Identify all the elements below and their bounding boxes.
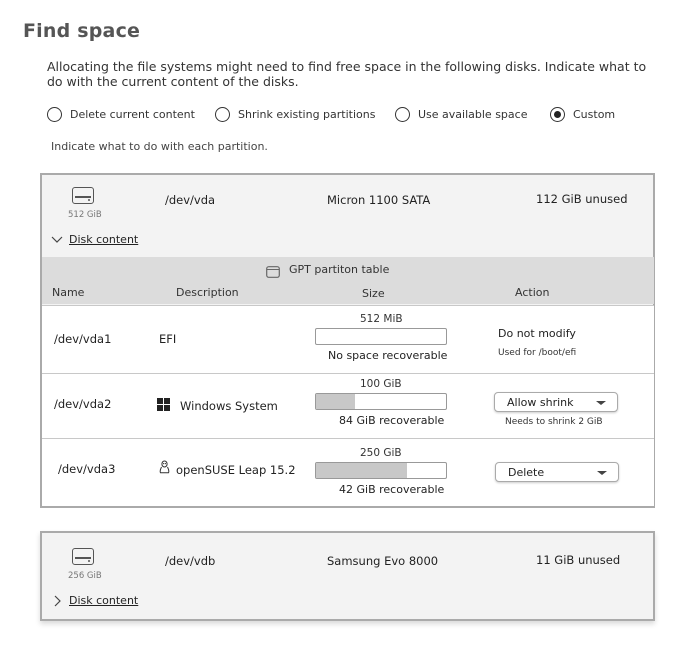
disk-content-link[interactable]: Disk content [69,594,138,607]
radio-dot [554,110,561,118]
caret-down-icon [597,471,607,475]
partition-table-icon [266,263,280,282]
disk-icon [72,548,94,565]
column-header-size: Size [362,287,385,300]
recoverable-text: 84 GiB recoverable [339,414,445,427]
disk-content-toggle[interactable]: Disk content [53,594,138,607]
action-select-value: Allow shrink [507,395,574,409]
action-note: Needs to shrink 2 GiB [505,417,603,427]
partition-description: Windows System [180,399,278,413]
radio-label: Custom [573,107,616,121]
disk-content-link[interactable]: Disk content [69,233,138,246]
disk-panel-vdb [40,531,655,621]
intro-text: Allocating the file systems might need t… [47,59,647,89]
partition-action: Do not modify [498,327,576,340]
disk-model: Micron 1100 SATA [327,193,431,207]
radio-custom[interactable]: Custom [550,106,615,122]
usage-bar [315,393,447,410]
radio-delete-current-content[interactable]: Delete current content [47,106,195,122]
radio-use-available-space[interactable]: Use available space [395,106,527,122]
caret-down-icon [596,401,606,405]
column-header-description: Description [176,286,239,299]
usage-bar [315,328,447,345]
disk-unused: 112 GiB unused [536,192,628,206]
usage-bar [315,462,447,479]
partition-name: /dev/vda3 [58,462,116,476]
partition-size: 100 GiB [360,378,402,390]
chevron-right-icon [54,595,61,606]
column-header-action: Action [515,286,550,299]
action-select[interactable]: Allow shrink [494,392,618,412]
disk-content-toggle[interactable]: Disk content [51,233,138,246]
disk-device: /dev/vdb [165,554,216,568]
linux-icon [159,460,170,477]
chevron-down-icon [51,236,63,243]
disk-icon [72,187,94,204]
action-select[interactable]: Delete [495,462,619,482]
action-note: Used for /boot/efi [498,348,577,358]
disk-model: Samsung Evo 8000 [327,554,439,568]
radio-circle[interactable] [395,106,410,122]
radio-circle-selected[interactable] [550,106,565,122]
radio-label: Use available space [418,107,528,121]
radio-label: Shrink existing partitions [238,107,376,121]
action-select-value: Delete [508,465,545,479]
disk-size: 256 GiB [68,571,102,581]
disk-device: /dev/vda [165,193,216,207]
partition-size: 250 GiB [360,447,402,459]
usage-bar-fill [316,394,355,409]
partition-description: openSUSE Leap 15.2 [176,463,296,477]
windows-icon [157,398,170,411]
hint-text: Indicate what to do with each partition. [51,140,268,153]
partition-size: 512 MiB [360,313,403,325]
radio-shrink-existing-partitions[interactable]: Shrink existing partitions [215,106,375,122]
disk-unused: 11 GiB unused [536,553,621,567]
column-header-name: Name [52,286,85,299]
partition-description: EFI [159,332,177,346]
usage-bar-fill [316,463,407,478]
partition-name: /dev/vda1 [54,332,112,346]
recoverable-text: No space recoverable [328,349,448,362]
radio-label: Delete current content [70,107,195,121]
partition-table-label: GPT partiton table [289,263,390,276]
page-title: Find space [23,20,141,42]
disk-size: 512 GiB [68,210,102,220]
partition-name: /dev/vda2 [54,397,112,411]
radio-circle[interactable] [215,106,230,122]
radio-circle[interactable] [47,106,62,122]
recoverable-text: 42 GiB recoverable [339,483,445,496]
